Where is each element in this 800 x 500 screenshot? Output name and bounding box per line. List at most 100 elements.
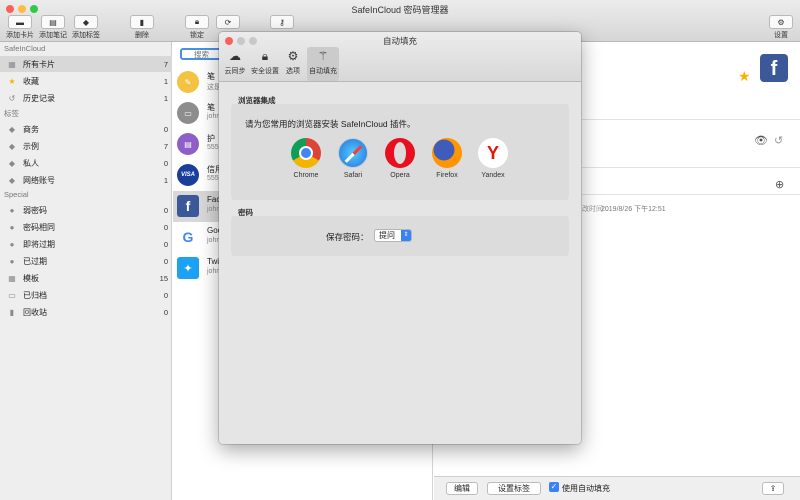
tab-label: 选项 [286,68,300,75]
list-item-subtitle: 555 [207,144,219,151]
template-icon: ▦ [8,273,16,283]
autofill-preferences-dialog: 自动填充 ☁ 云同步 🔒︎ 安全设置 ⚙ 选项 ⚚ 自动填充 浏览器集成 请为您… [219,32,581,444]
add-tag-button[interactable]: ◆ [74,15,98,29]
sidebar-item-history[interactable]: ↺ 历史记录 1 [0,90,172,106]
browser-name: Opera [390,172,410,179]
password-panel: 保存密码： 提问 ⇕ [231,216,569,256]
eye-icon[interactable]: 👁︎ [754,134,768,147]
sidebar-header-special: Special [4,190,29,199]
sidebar-item-count: 15 [159,273,168,283]
sidebar-item-count: 1 [163,93,168,103]
share-button[interactable]: ⇪ [762,482,784,495]
sidebar-item-templates[interactable]: ▦ 模板 15 [0,270,172,286]
gear-icon: ⚙ [777,17,785,27]
tab-autofill[interactable]: ⚚ 自动填充 [307,47,339,81]
tag-icon: ◆ [8,141,16,151]
yandex-icon: Y [478,138,508,168]
archive-icon: ▭ [8,290,16,300]
add-note-label: 添加笔记 [39,32,67,39]
add-card-button[interactable]: ▬ [8,15,32,29]
add-card-label: 添加卡片 [6,32,34,39]
chevron-updown-icon: ⇕ [401,230,411,241]
lock-label: 锁定 [190,32,204,39]
yandex-extension-link[interactable]: Y Yandex [473,138,513,179]
sidebar-item-count: 0 [163,256,168,266]
favorite-star-icon[interactable]: ★ [738,68,751,85]
sidebar-item-expiring-soon[interactable]: ● 即将过期 0 [0,236,172,252]
sidebar-item-business[interactable]: ◆ 商务 0 [0,121,172,137]
sidebar-item-expired[interactable]: ● 已过期 0 [0,253,172,269]
list-item-title: Twi [207,257,219,266]
alert-icon: ● [9,222,15,232]
sync-button[interactable]: ⟳ [216,15,240,29]
chrome-extension-link[interactable]: Chrome [286,138,326,179]
divider [582,167,800,168]
list-item-title: 护 [207,134,215,143]
settings-button[interactable]: ⚙ [769,15,793,29]
lock-button[interactable]: 🔒︎ [185,15,209,29]
tag-icon: ◆ [8,175,16,185]
edit-button[interactable]: 编辑 [446,482,478,495]
sidebar-item-count: 0 [163,307,168,317]
facebook-icon: f [177,195,199,217]
lock-icon: 🔒︎ [194,17,200,26]
cloud-icon: ☁ [229,49,241,63]
sidebar-item-web-accounts[interactable]: ◆ 网络账号 1 [0,172,172,188]
sidebar-item-label: 私人 [23,158,39,168]
add-note-button[interactable]: ▤ [41,15,65,29]
list-item-title: 笔 [207,103,215,112]
sidebar-item-count: 7 [163,59,168,69]
tab-security[interactable]: 🔒︎ 安全设置 [249,47,281,81]
save-password-select[interactable]: 提问 ⇕ [374,229,412,242]
sidebar-item-label: 商务 [23,124,39,134]
sidebar-item-label: 历史记录 [23,93,55,103]
sidebar-item-archived[interactable]: ▭ 已归档 0 [0,287,172,303]
opera-extension-link[interactable]: Opera [380,138,420,179]
history-icon[interactable]: ↺ [774,134,783,147]
gear-icon: ⚙ [287,49,299,63]
note-icon: ✎ [177,71,199,93]
delete-button[interactable]: ▮ [130,15,154,29]
sidebar-item-private[interactable]: ◆ 私人 0 [0,155,172,171]
sidebar-item-count: 1 [163,175,168,185]
firefox-icon [432,138,462,168]
tab-label: 自动填充 [309,68,337,75]
settings-label: 设置 [774,32,788,39]
sidebar-item-label: 弱密码 [23,205,47,215]
browser-name: Yandex [481,172,505,179]
install-prompt: 请为您常用的浏览器安装 SafeInCloud 插件。 [245,119,416,129]
safari-extension-link[interactable]: Safari [333,138,373,179]
password-generator-button[interactable]: ⚷ [270,15,294,29]
sidebar-item-count: 0 [163,222,168,232]
tab-options[interactable]: ⚙ 选项 [282,47,304,81]
tag-icon: ◆ [8,124,16,134]
sidebar-item-count: 7 [163,141,168,151]
card-icon: ▬ [16,17,24,27]
facebook-logo-icon: f [760,54,788,82]
tab-cloud-sync[interactable]: ☁ 云同步 [222,47,248,81]
trash-icon: ▮ [9,307,15,317]
key-icon: ⚷ [279,17,285,27]
tag-icon: ◆ [82,17,90,27]
sidebar-item-label: 即将过期 [23,239,55,249]
opera-icon [385,138,415,168]
set-tags-button[interactable]: 设置标签 [487,482,541,495]
sidebar-item-label: 回收站 [23,307,47,317]
sidebar-item-weak-passwords[interactable]: ● 弱密码 0 [0,202,172,218]
star-icon: ★ [8,76,16,86]
sidebar-item-favorites[interactable]: ★ 收藏 1 [0,73,172,89]
sidebar-item-label: 密码相同 [23,222,55,232]
divider [582,119,800,120]
modified-value: 2019/8/26 下午12:51 [601,206,666,213]
twitter-icon: ✦ [177,257,199,279]
sidebar-item-trash[interactable]: ▮ 回收站 0 [0,304,172,320]
window-title: SafeInCloud 密码管理器 [351,5,449,15]
use-autofill-checkbox[interactable]: ✓ [549,482,559,492]
sidebar-item-duplicate-passwords[interactable]: ● 密码相同 0 [0,219,172,235]
sidebar: SafeInCloud ▦ 所有卡片 7 ★ 收藏 1 ↺ 历史记录 1 标签 ◆ 商务 0 ◆… [0,42,172,500]
sidebar-item-examples[interactable]: ◆ 示例 7 [0,138,172,154]
sidebar-item-all-cards[interactable]: ▦ 所有卡片 7 [0,56,172,72]
globe-icon[interactable]: ⊕ [775,178,784,191]
browser-name: Safari [343,172,363,179]
firefox-extension-link[interactable]: Firefox [427,138,467,179]
